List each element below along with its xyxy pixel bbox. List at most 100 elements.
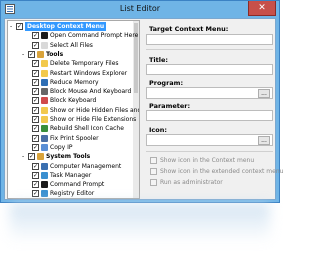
item-checkbox[interactable] xyxy=(28,50,35,59)
icon-browse-button[interactable]: ... xyxy=(258,136,270,145)
title-label: Title: xyxy=(149,56,169,64)
tree-item[interactable]: Restart Windows Explorer xyxy=(8,69,134,78)
checkbox-label: Show icon in the Context menu xyxy=(160,157,255,164)
folder-icon xyxy=(37,50,44,58)
item-checkbox[interactable] xyxy=(32,69,39,78)
checkbox-label: Show icon in the extended context menu xyxy=(160,168,284,175)
window-shadow xyxy=(10,203,270,243)
item-checkbox[interactable] xyxy=(32,78,39,87)
program-browse-button[interactable]: ... xyxy=(258,89,270,98)
checkbox-box[interactable] xyxy=(150,179,157,186)
window-title: List Editor xyxy=(119,4,161,13)
title-input[interactable] xyxy=(146,64,273,75)
tree-item[interactable]: Open Command Prompt Here xyxy=(8,31,138,40)
item-checkbox[interactable] xyxy=(32,59,39,68)
tree-item-label: Tools xyxy=(46,50,64,58)
item-properties-panel: Target Context Menu: Title: Program: ...… xyxy=(145,20,283,199)
tree-item-label: Rebuild Shell Icon Cache xyxy=(50,125,124,133)
tree-item-label: Command Prompt xyxy=(50,181,105,189)
tree-item[interactable]: Block Keyboard xyxy=(8,96,134,105)
item-checkbox[interactable] xyxy=(16,22,23,31)
item-checkbox[interactable] xyxy=(32,189,39,198)
item-icon xyxy=(41,41,48,49)
item-icon xyxy=(41,181,48,189)
item-checkbox[interactable] xyxy=(32,31,39,40)
tree-item-label: Computer Management xyxy=(50,162,122,170)
tree-item-label: Delete Temporary Files xyxy=(50,60,119,68)
tree-section[interactable]: - Tools xyxy=(8,50,134,59)
checkbox-label: Run as administrator xyxy=(160,179,223,186)
collapse-icon[interactable]: - xyxy=(22,51,27,57)
tree-item[interactable]: Block Mouse And Keyboard xyxy=(8,87,134,96)
title-bar[interactable]: List Editor ✕ xyxy=(1,1,279,18)
item-icon xyxy=(41,78,48,86)
close-icon: ✕ xyxy=(258,3,266,13)
item-icon xyxy=(41,162,48,170)
tree-item-label: Fix Print Spooler xyxy=(50,134,99,142)
tree-item[interactable]: Fix Print Spooler xyxy=(8,134,134,143)
item-checkbox[interactable] xyxy=(32,162,39,171)
item-checkbox[interactable] xyxy=(32,143,39,152)
item-icon xyxy=(41,190,48,198)
show-icon-extended-menu-checkbox[interactable]: Show icon in the extended context menu xyxy=(150,168,283,176)
tree-item-label: Reduce Memory xyxy=(50,78,99,86)
item-checkbox[interactable] xyxy=(32,106,39,115)
menu-tree[interactable]: - Desktop Context MenuOpen Command Prompt… xyxy=(7,20,140,199)
list-editor-window: List Editor ✕ - Desktop Context MenuOpen … xyxy=(0,0,283,203)
item-checkbox[interactable] xyxy=(28,152,35,161)
item-checkbox[interactable] xyxy=(32,41,39,50)
item-icon xyxy=(41,97,48,105)
tree-item[interactable]: Show or Hide File Extensions xyxy=(8,115,136,124)
tree-item[interactable]: Delete Temporary Files xyxy=(8,59,134,68)
separator xyxy=(146,49,273,50)
run-as-administrator-checkbox[interactable]: Run as administrator xyxy=(150,179,270,187)
item-checkbox[interactable] xyxy=(32,171,39,180)
target-context-menu-label: Target Context Menu: xyxy=(149,25,229,33)
item-checkbox[interactable] xyxy=(32,180,39,189)
folder-icon xyxy=(37,153,44,161)
item-icon xyxy=(41,32,48,40)
tree-item-label: Block Keyboard xyxy=(50,97,97,105)
tree-section[interactable]: - Desktop Context Menu xyxy=(8,22,134,31)
tree-item[interactable]: Show or Hide Hidden Files and xyxy=(8,106,139,115)
tree-item-label: Copy IP xyxy=(50,143,73,151)
tree-item[interactable]: Rebuild Shell Icon Cache xyxy=(8,124,134,133)
item-icon xyxy=(41,88,48,96)
item-checkbox[interactable] xyxy=(32,87,39,96)
tree-item-label: Desktop Context Menu xyxy=(25,22,107,31)
tree-item[interactable]: Computer Management xyxy=(8,162,134,171)
tree-item-label: System Tools xyxy=(46,153,91,161)
item-checkbox[interactable] xyxy=(32,124,39,133)
collapse-icon[interactable]: - xyxy=(22,154,27,160)
item-icon xyxy=(41,171,48,179)
program-label: Program: xyxy=(149,79,184,87)
tree-item[interactable]: Select All Files xyxy=(8,41,134,50)
item-checkbox[interactable] xyxy=(32,96,39,105)
close-button[interactable]: ✕ xyxy=(248,1,276,16)
target-context-menu-field[interactable] xyxy=(146,34,273,45)
collapse-icon[interactable]: - xyxy=(10,24,15,30)
item-icon xyxy=(41,143,48,151)
tree-item[interactable]: Registry Editor xyxy=(8,189,134,198)
tree-item-label: Block Mouse And Keyboard xyxy=(50,88,132,96)
show-icon-context-menu-checkbox[interactable]: Show icon in the Context menu xyxy=(150,157,270,165)
item-icon xyxy=(41,134,48,142)
checkbox-box[interactable] xyxy=(150,168,157,175)
tree-item-label: Select All Files xyxy=(50,41,93,49)
item-icon xyxy=(41,116,48,123)
program-input[interactable]: ... xyxy=(146,87,273,99)
tree-section[interactable]: - System Tools xyxy=(8,152,134,161)
parameter-input[interactable] xyxy=(146,110,273,121)
tree-item-label: Open Command Prompt Here xyxy=(50,32,139,40)
icon-input[interactable]: ... xyxy=(146,134,273,146)
tree-item[interactable]: Task Manager xyxy=(8,171,134,180)
checkbox-box[interactable] xyxy=(150,157,157,164)
tree-item[interactable]: Command Prompt xyxy=(8,180,134,189)
item-checkbox[interactable] xyxy=(32,115,39,124)
item-icon xyxy=(41,60,48,68)
item-checkbox[interactable] xyxy=(32,134,39,143)
parameter-label: Parameter: xyxy=(149,102,191,110)
item-icon xyxy=(41,106,48,114)
tree-item[interactable]: Copy IP xyxy=(8,143,134,152)
tree-item[interactable]: Reduce Memory xyxy=(8,78,134,87)
